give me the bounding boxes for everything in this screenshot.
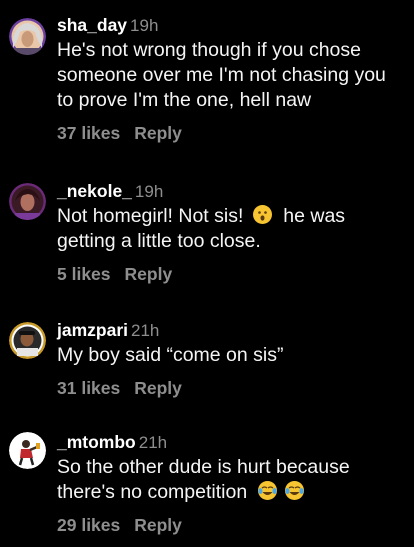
comment-username[interactable]: _mtombo <box>57 432 136 452</box>
comment-timestamp: 19h <box>130 16 159 35</box>
likes-count[interactable]: 29 likes <box>57 515 120 535</box>
comment-timestamp: 21h <box>131 321 160 340</box>
comment-username[interactable]: sha_day <box>57 15 127 35</box>
tears-of-joy-emoji-icon <box>285 481 305 500</box>
comment-username[interactable]: jamzpari <box>57 320 128 340</box>
hushed-face-emoji-icon <box>252 205 272 224</box>
reply-button[interactable]: Reply <box>125 264 173 284</box>
avatar-sha_day-icon <box>9 18 46 55</box>
comment-text-part: So the other dude is hurt because there'… <box>57 456 350 503</box>
user-avatar[interactable] <box>9 432 46 469</box>
user-avatar[interactable] <box>9 322 46 359</box>
reply-button[interactable]: Reply <box>134 515 182 535</box>
user-avatar[interactable] <box>9 183 46 220</box>
likes-count[interactable]: 37 likes <box>57 123 120 143</box>
reply-button[interactable]: Reply <box>134 123 182 143</box>
comment-text-part: Not homegirl! Not sis! <box>57 205 244 227</box>
user-avatar[interactable] <box>9 18 46 55</box>
reply-button[interactable]: Reply <box>134 378 182 398</box>
tears-of-joy-emoji-icon <box>257 481 277 500</box>
avatar-_nekole_-icon <box>9 183 46 220</box>
likes-count[interactable]: 31 likes <box>57 378 120 398</box>
comment-text: My boy said “come on sis” <box>57 344 284 366</box>
comment-text: So the other dude is hurt because there'… <box>57 455 404 505</box>
avatar-jamzpari-icon <box>9 322 46 359</box>
comment-text: He's not wrong though if you chose someo… <box>57 39 386 111</box>
comment-username[interactable]: _nekole_ <box>57 181 132 201</box>
likes-count[interactable]: 5 likes <box>57 264 111 284</box>
comment-timestamp: 21h <box>138 433 168 452</box>
comment-text: Not homegirl! Not sis! he was getting a … <box>57 204 404 254</box>
comment-timestamp: 19h <box>134 182 164 201</box>
avatar-_mtombo-icon <box>9 432 46 469</box>
